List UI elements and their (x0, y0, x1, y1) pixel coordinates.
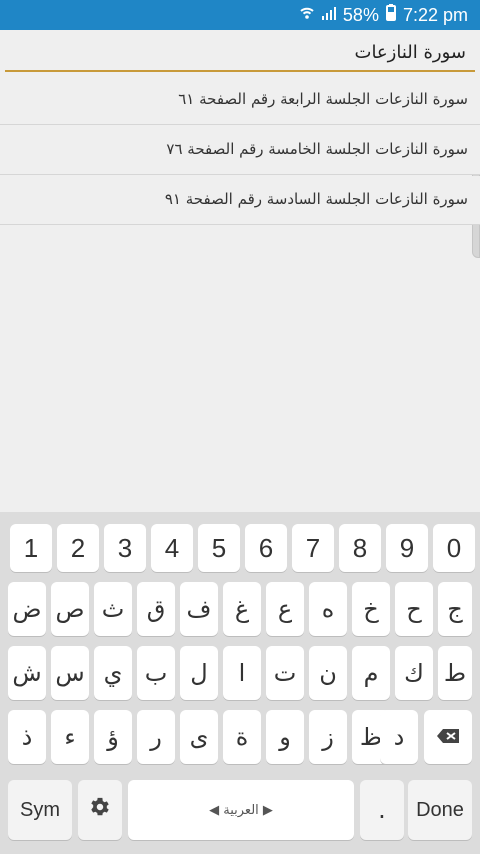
key-letter[interactable]: ى (180, 710, 218, 764)
key-letter[interactable]: ك (395, 646, 433, 700)
arrow-right-icon: ▶ (262, 802, 273, 818)
key-letter[interactable]: ن (309, 646, 347, 700)
key-7[interactable]: 7 (292, 524, 334, 572)
key-4[interactable]: 4 (151, 524, 193, 572)
key-8[interactable]: 8 (339, 524, 381, 572)
key-letter[interactable]: ث (94, 582, 132, 636)
key-letter[interactable]: ر (137, 710, 175, 764)
gear-icon (89, 796, 111, 824)
key-0[interactable]: 0 (433, 524, 475, 572)
language-name: العربية (223, 802, 259, 818)
language-label: ◀ العربية ▶ (209, 803, 273, 818)
key-letter[interactable]: ي (94, 646, 132, 700)
key-letter[interactable]: غ (223, 582, 261, 636)
backspace-icon (435, 723, 461, 751)
list-item-text: سورة النازعات الجلسة السادسة رقم الصفحة … (164, 190, 468, 208)
key-3[interactable]: 3 (104, 524, 146, 572)
search-input[interactable] (10, 36, 468, 68)
key-letter[interactable]: ع (266, 582, 304, 636)
time-display: 7:22 pm (402, 5, 468, 25)
key-letter[interactable]: ق (137, 582, 175, 636)
period-key[interactable]: . (360, 780, 404, 840)
key-letter[interactable]: ط (438, 646, 472, 700)
results-list: سورة النازعات الجلسة الرابعة رقم الصفحة … (0, 76, 480, 512)
key-letter[interactable]: ح (395, 582, 433, 636)
key-letter[interactable]: ز (309, 710, 347, 764)
key-letter[interactable]: م (352, 646, 390, 700)
key-letter[interactable]: ص (51, 582, 89, 636)
key-2[interactable]: 2 (57, 524, 99, 572)
key-letter[interactable]: ف (180, 582, 218, 636)
battery-icon (385, 4, 397, 27)
key-letter[interactable]: ء (51, 710, 89, 764)
space-key[interactable]: ◀ العربية ▶ (128, 780, 354, 840)
search-underline (5, 70, 475, 72)
list-item[interactable]: سورة النازعات الجلسة السادسة رقم الصفحة … (0, 176, 480, 225)
key-letter[interactable]: ل (180, 646, 218, 700)
key-letter[interactable]: خ (352, 582, 390, 636)
key-1[interactable]: 1 (10, 524, 52, 572)
key-letter[interactable]: ا (223, 646, 261, 700)
key-9[interactable]: 9 (386, 524, 428, 572)
sym-key[interactable]: Sym (8, 780, 72, 840)
done-key[interactable]: Done (408, 780, 472, 840)
key-letter[interactable]: ة (223, 710, 261, 764)
list-item-text: سورة النازعات الجلسة الرابعة رقم الصفحة … (178, 90, 468, 108)
backspace-key[interactable] (424, 710, 472, 764)
key-letter[interactable]: ض (8, 582, 46, 636)
key-letter[interactable]: د (380, 710, 418, 764)
search-bar (0, 30, 480, 76)
list-item[interactable]: سورة النازعات الجلسة الرابعة رقم الصفحة … (0, 76, 480, 125)
key-letter[interactable]: ؤ (94, 710, 132, 764)
list-item[interactable]: سورة النازعات الجلسة الخامسة رقم الصفحة … (0, 126, 480, 175)
battery-percent: 58% (342, 5, 379, 25)
key-5[interactable]: 5 (198, 524, 240, 572)
settings-key[interactable] (78, 780, 122, 840)
keyboard: 1 2 3 4 5 6 7 8 9 0 ض ص ث ق ف غ ع ه خ ح … (0, 512, 480, 854)
key-letter[interactable]: ت (266, 646, 304, 700)
key-letter[interactable]: س (51, 646, 89, 700)
key-6[interactable]: 6 (245, 524, 287, 572)
list-item-text: سورة النازعات الجلسة الخامسة رقم الصفحة … (166, 140, 468, 158)
key-letter[interactable]: ذ (8, 710, 46, 764)
status-right: 58% 7:22 pm (299, 4, 468, 27)
key-letter[interactable]: و (266, 710, 304, 764)
arrow-left-icon: ◀ (209, 802, 220, 818)
period-label: . (378, 796, 386, 824)
key-letter[interactable]: ش (8, 646, 46, 700)
wifi-icon (299, 5, 315, 26)
key-letter[interactable]: ب (137, 646, 175, 700)
key-letter[interactable]: ج (438, 582, 472, 636)
status-bar: 58% 7:22 pm (0, 0, 480, 30)
signal-icon (321, 5, 337, 26)
key-letter[interactable]: ه (309, 582, 347, 636)
